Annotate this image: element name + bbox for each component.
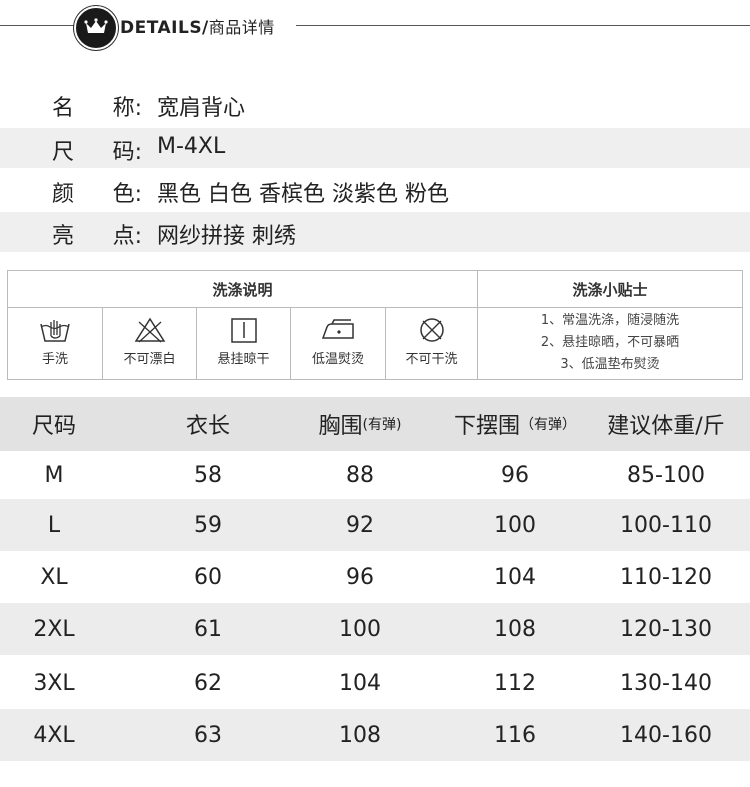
cell-hem: 100 [494, 512, 536, 538]
spec-value: 网纱拼接 刺绣 [157, 224, 296, 249]
spec-label-a: 亮 [52, 224, 75, 249]
header-title: DETAILS/商品详情 [120, 14, 275, 38]
header-hem-label: 下摆围 [453, 414, 520, 439]
spec-label-b: 称: [112, 96, 142, 121]
cell-length: 59 [194, 512, 222, 538]
cell-weight: 110-120 [620, 564, 712, 590]
table-row: M 58 88 96 85-100 [0, 449, 750, 501]
header-hem: 下摆围 （有弹） [446, 397, 584, 451]
cell-size: 2XL [33, 616, 75, 642]
spec-label-a: 名 [52, 96, 75, 121]
spec-label-b: 码: [112, 140, 142, 165]
no-bleach-icon [134, 317, 165, 343]
crown-icon [84, 18, 108, 33]
cell-length: 61 [194, 616, 222, 642]
spec-value: 黑色 白色 香槟色 淡紫色 粉色 [157, 182, 449, 207]
care-tips-title: 洗涤小贴士 [478, 271, 742, 308]
spec-label-b: 色: [112, 182, 142, 207]
table-row: L 59 92 100 100-110 [0, 499, 750, 551]
cell-hem: 108 [494, 616, 536, 642]
table-row: 2XL 61 100 108 120-130 [0, 603, 750, 655]
spec-label: 亮 点: [52, 218, 142, 250]
cell-chest: 104 [339, 670, 381, 696]
care-label: 悬挂晾干 [217, 352, 270, 367]
care-label: 低温熨烫 [311, 352, 364, 367]
care-label: 不可漂白 [123, 352, 176, 367]
table-row: 3XL 62 104 112 130-140 [0, 657, 750, 709]
cell-hem: 96 [501, 462, 529, 488]
care-item-hand-wash: 手洗 [8, 308, 103, 379]
header-chest-note: (有弹) [362, 417, 402, 433]
spec-value: 宽肩背心 [157, 96, 246, 121]
cell-chest: 108 [339, 722, 381, 748]
table-row: 4XL 63 108 116 140-160 [0, 709, 750, 761]
header-divider-left [0, 25, 74, 26]
crown-badge [74, 6, 118, 50]
cell-weight: 140-160 [620, 722, 712, 748]
care-tip: 1、常温洗涤，随浸随洗 [540, 313, 680, 328]
care-table: 洗涤说明 洗涤小贴士 手洗 不可漂白 悬挂晾干 低温熨烫 不可干洗 1、常温洗涤… [7, 270, 743, 380]
details-header: DETAILS/商品详情 [0, 0, 750, 52]
spec-label: 尺 码: [52, 134, 142, 166]
cell-weight: 130-140 [620, 670, 712, 696]
cell-size: M [44, 462, 64, 488]
care-tip: 2、悬挂晾晒，不可暴晒 [540, 335, 680, 350]
header-divider-right [296, 25, 750, 26]
header-size: 尺码 [31, 414, 76, 439]
cell-hem: 112 [494, 670, 536, 696]
spec-label-a: 颜 [52, 182, 75, 207]
cell-chest: 88 [346, 462, 374, 488]
cell-hem: 104 [494, 564, 536, 590]
no-dry-clean-icon [419, 318, 444, 342]
care-tips: 1、常温洗涤，随浸随洗 2、悬挂晾晒，不可暴晒 3、低温垫布熨烫 [478, 308, 742, 379]
spec-row-color: 颜 色: 黑色 白色 香槟色 淡紫色 粉色 [0, 170, 750, 210]
care-tip: 3、低温垫布熨烫 [560, 357, 660, 372]
care-item-no-bleach: 不可漂白 [103, 308, 197, 379]
cell-length: 62 [194, 670, 222, 696]
cell-length: 58 [194, 462, 222, 488]
care-label: 手洗 [41, 352, 68, 367]
cell-weight: 85-100 [627, 462, 705, 488]
header-title-en: DETAILS/ [120, 18, 209, 38]
care-instructions-title: 洗涤说明 [8, 271, 478, 308]
cell-size: XL [40, 564, 68, 590]
care-item-hang-dry: 悬挂晾干 [197, 308, 291, 379]
table-row: XL 60 96 104 110-120 [0, 551, 750, 603]
care-label: 不可干洗 [405, 352, 458, 367]
header-hem-note: （有弹） [520, 417, 576, 433]
cell-length: 60 [194, 564, 222, 590]
hang-dry-icon [230, 318, 257, 343]
cell-hem: 116 [494, 722, 536, 748]
spec-row-name: 名 称: 宽肩背心 [0, 84, 750, 124]
cell-chest: 92 [346, 512, 374, 538]
spec-row-size: 尺 码: M-4XL [0, 128, 750, 168]
cell-chest: 96 [346, 564, 374, 590]
header-chest-label: 胸围 [318, 414, 363, 439]
header-length: 衣长 [185, 414, 230, 439]
spec-label: 名 称: [52, 90, 142, 122]
size-table-header: 尺码 衣长 胸围 (有弹) 下摆围 （有弹） 建议体重/斤 [0, 397, 750, 451]
cell-length: 63 [194, 722, 222, 748]
spec-row-highlight: 亮 点: 网纱拼接 刺绣 [0, 212, 750, 252]
cell-size: 4XL [33, 722, 75, 748]
spec-label-b: 点: [112, 224, 142, 249]
low-iron-icon [321, 319, 354, 339]
care-item-low-iron: 低温熨烫 [291, 308, 386, 379]
cell-size: 3XL [33, 670, 75, 696]
spec-label: 颜 色: [52, 176, 142, 208]
header-chest: 胸围 (有弹) [298, 397, 422, 451]
cell-weight: 100-110 [620, 512, 712, 538]
cell-chest: 100 [339, 616, 381, 642]
spec-label-a: 尺 [52, 140, 75, 165]
header-weight: 建议体重/斤 [607, 414, 725, 439]
cell-size: L [47, 512, 61, 538]
care-item-no-dry-clean: 不可干洗 [386, 308, 478, 379]
spec-value: M-4XL [157, 134, 226, 159]
header-title-cn: 商品详情 [208, 18, 275, 37]
cell-weight: 120-130 [620, 616, 712, 642]
hand-wash-icon [40, 320, 70, 342]
